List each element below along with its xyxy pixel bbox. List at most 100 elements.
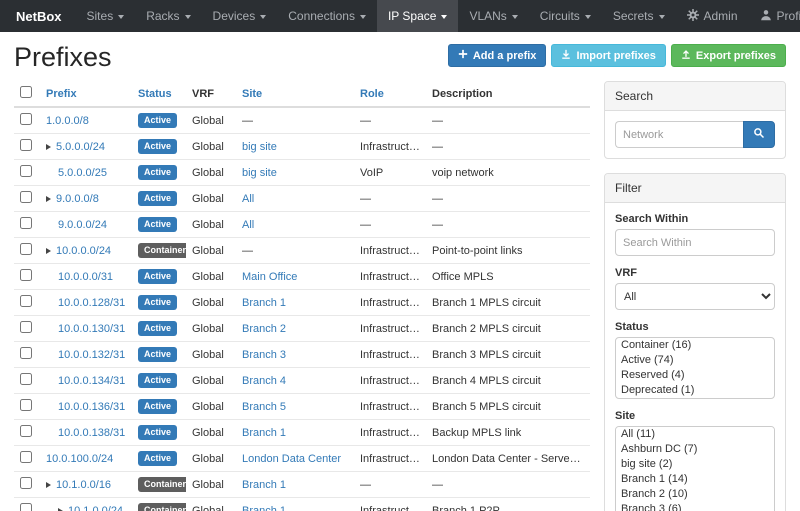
listbox-option[interactable]: Deprecated (1) bbox=[616, 383, 774, 398]
row-checkbox[interactable] bbox=[20, 165, 32, 177]
row-checkbox[interactable] bbox=[20, 321, 32, 333]
prefix-link[interactable]: 10.0.0.138/31 bbox=[58, 427, 125, 439]
prefix-link[interactable]: 10.0.0.0/31 bbox=[58, 271, 113, 283]
listbox-option[interactable]: Active (74) bbox=[616, 353, 774, 368]
brand-netbox[interactable]: NetBox bbox=[6, 0, 76, 32]
site-link[interactable]: Branch 3 bbox=[242, 349, 286, 361]
site-link[interactable]: Branch 1 bbox=[242, 505, 286, 511]
column-header-role[interactable]: Role bbox=[354, 81, 426, 107]
table-row: 10.1.0.0/16ContainerGlobalBranch 1—— bbox=[14, 472, 590, 498]
row-checkbox[interactable] bbox=[20, 191, 32, 203]
nav-item-label: Devices bbox=[213, 9, 256, 23]
row-checkbox[interactable] bbox=[20, 399, 32, 411]
site-link[interactable]: Branch 1 bbox=[242, 297, 286, 309]
row-checkbox[interactable] bbox=[20, 139, 32, 151]
expand-icon[interactable] bbox=[46, 482, 51, 488]
prefix-table-container: PrefixStatusVRFSiteRoleDescription 1.0.0… bbox=[14, 81, 590, 511]
listbox-option[interactable]: All (11) bbox=[616, 427, 774, 442]
prefix-link[interactable]: 10.1.0.0/16 bbox=[56, 479, 111, 491]
search-button[interactable] bbox=[743, 121, 775, 148]
button-label: Import prefixes bbox=[576, 50, 655, 62]
listbox-option[interactable]: Ashburn DC (7) bbox=[616, 442, 774, 457]
nav-item-admin[interactable]: Admin bbox=[676, 0, 749, 32]
site-link[interactable]: big site bbox=[242, 141, 277, 153]
expand-icon[interactable] bbox=[46, 248, 51, 254]
prefix-link[interactable]: 10.0.0.136/31 bbox=[58, 401, 125, 413]
prefix-link[interactable]: 9.0.0.0/8 bbox=[56, 193, 99, 205]
expand-icon[interactable] bbox=[46, 196, 51, 202]
expand-icon[interactable] bbox=[46, 144, 51, 150]
vrf-cell: Global bbox=[186, 498, 236, 511]
row-checkbox[interactable] bbox=[20, 451, 32, 463]
nav-item-connections[interactable]: Connections bbox=[277, 0, 377, 32]
listbox-option[interactable]: Container (16) bbox=[616, 338, 774, 353]
site-link[interactable]: All bbox=[242, 193, 254, 205]
row-checkbox[interactable] bbox=[20, 113, 32, 125]
export-prefixes-button[interactable]: Export prefixes bbox=[671, 44, 786, 67]
expand-icon[interactable] bbox=[58, 508, 63, 511]
status-badge: Active bbox=[138, 139, 177, 154]
prefix-link[interactable]: 10.0.0.130/31 bbox=[58, 323, 125, 335]
prefix-link[interactable]: 10.0.0.0/24 bbox=[56, 245, 111, 257]
search-input[interactable] bbox=[615, 121, 743, 148]
nav-item-label: Secrets bbox=[613, 9, 654, 23]
vrf-select[interactable]: All bbox=[615, 283, 775, 310]
select-all-checkbox[interactable] bbox=[20, 86, 32, 98]
nav-item-label: Admin bbox=[704, 9, 738, 23]
row-checkbox[interactable] bbox=[20, 503, 32, 511]
column-header-prefix[interactable]: Prefix bbox=[40, 81, 132, 107]
top-navbar: NetBox SitesRacks Devices ConnectionsIP Sp… bbox=[0, 0, 800, 32]
prefix-link[interactable]: 10.0.100.0/24 bbox=[46, 453, 113, 465]
row-checkbox[interactable] bbox=[20, 425, 32, 437]
column-header-status[interactable]: Status bbox=[132, 81, 186, 107]
listbox-option[interactable]: Reserved (4) bbox=[616, 368, 774, 383]
nav-item-devices[interactable]: Devices bbox=[202, 0, 278, 32]
listbox-option[interactable]: Branch 2 (10) bbox=[616, 487, 774, 502]
site-link[interactable]: Branch 1 bbox=[242, 479, 286, 491]
prefix-link[interactable]: 9.0.0.0/24 bbox=[58, 219, 107, 231]
prefix-link[interactable]: 10.0.0.134/31 bbox=[58, 375, 125, 387]
site-link[interactable]: All bbox=[242, 219, 254, 231]
prefix-link[interactable]: 10.1.0.0/24 bbox=[68, 505, 123, 511]
add-a-prefix-button[interactable]: Add a prefix bbox=[448, 44, 547, 67]
listbox-option[interactable]: Branch 3 (6) bbox=[616, 502, 774, 511]
site-link[interactable]: Branch 1 bbox=[242, 427, 286, 439]
row-checkbox[interactable] bbox=[20, 347, 32, 359]
nav-item-racks[interactable]: Racks bbox=[135, 0, 201, 32]
select-all-header bbox=[14, 81, 40, 107]
row-checkbox[interactable] bbox=[20, 217, 32, 229]
row-checkbox[interactable] bbox=[20, 269, 32, 281]
site-link[interactable]: Branch 4 bbox=[242, 375, 286, 387]
import-prefixes-button[interactable]: Import prefixes bbox=[551, 44, 665, 67]
listbox-option[interactable]: Branch 1 (14) bbox=[616, 472, 774, 487]
site-link[interactable]: Main Office bbox=[242, 271, 297, 283]
nav-item-profile[interactable]: Profile bbox=[749, 0, 800, 32]
search-within-input[interactable] bbox=[615, 229, 775, 256]
prefix-link[interactable]: 5.0.0.0/24 bbox=[56, 141, 105, 153]
prefix-link[interactable]: 10.0.0.128/31 bbox=[58, 297, 125, 309]
status-listbox[interactable]: Container (16)Active (74)Reserved (4)Dep… bbox=[615, 337, 775, 399]
role-cell: — bbox=[354, 472, 426, 498]
nav-item-sites[interactable]: Sites bbox=[76, 0, 136, 32]
nav-item-ip-space[interactable]: IP Space bbox=[377, 0, 458, 32]
row-checkbox[interactable] bbox=[20, 373, 32, 385]
nav-item-circuits[interactable]: Circuits bbox=[529, 0, 602, 32]
column-header-site[interactable]: Site bbox=[236, 81, 354, 107]
nav-item-secrets[interactable]: Secrets bbox=[602, 0, 676, 32]
prefix-link[interactable]: 1.0.0.0/8 bbox=[46, 115, 89, 127]
site-link[interactable]: Branch 5 bbox=[242, 401, 286, 413]
nav-item-vlans[interactable]: VLANs bbox=[458, 0, 528, 32]
role-cell: Infrastructure bbox=[354, 316, 426, 342]
listbox-option[interactable]: big site (2) bbox=[616, 457, 774, 472]
row-checkbox[interactable] bbox=[20, 477, 32, 489]
vrf-cell: Global bbox=[186, 160, 236, 186]
site-link[interactable]: London Data Center bbox=[242, 453, 341, 465]
site-link[interactable]: Branch 2 bbox=[242, 323, 286, 335]
prefix-link[interactable]: 10.0.0.132/31 bbox=[58, 349, 125, 361]
site-listbox[interactable]: All (11)Ashburn DC (7)big site (2)Branch… bbox=[615, 426, 775, 511]
role-cell: Infrastructure bbox=[354, 394, 426, 420]
site-link[interactable]: big site bbox=[242, 167, 277, 179]
row-checkbox[interactable] bbox=[20, 243, 32, 255]
prefix-link[interactable]: 5.0.0.0/25 bbox=[58, 167, 107, 179]
row-checkbox[interactable] bbox=[20, 295, 32, 307]
